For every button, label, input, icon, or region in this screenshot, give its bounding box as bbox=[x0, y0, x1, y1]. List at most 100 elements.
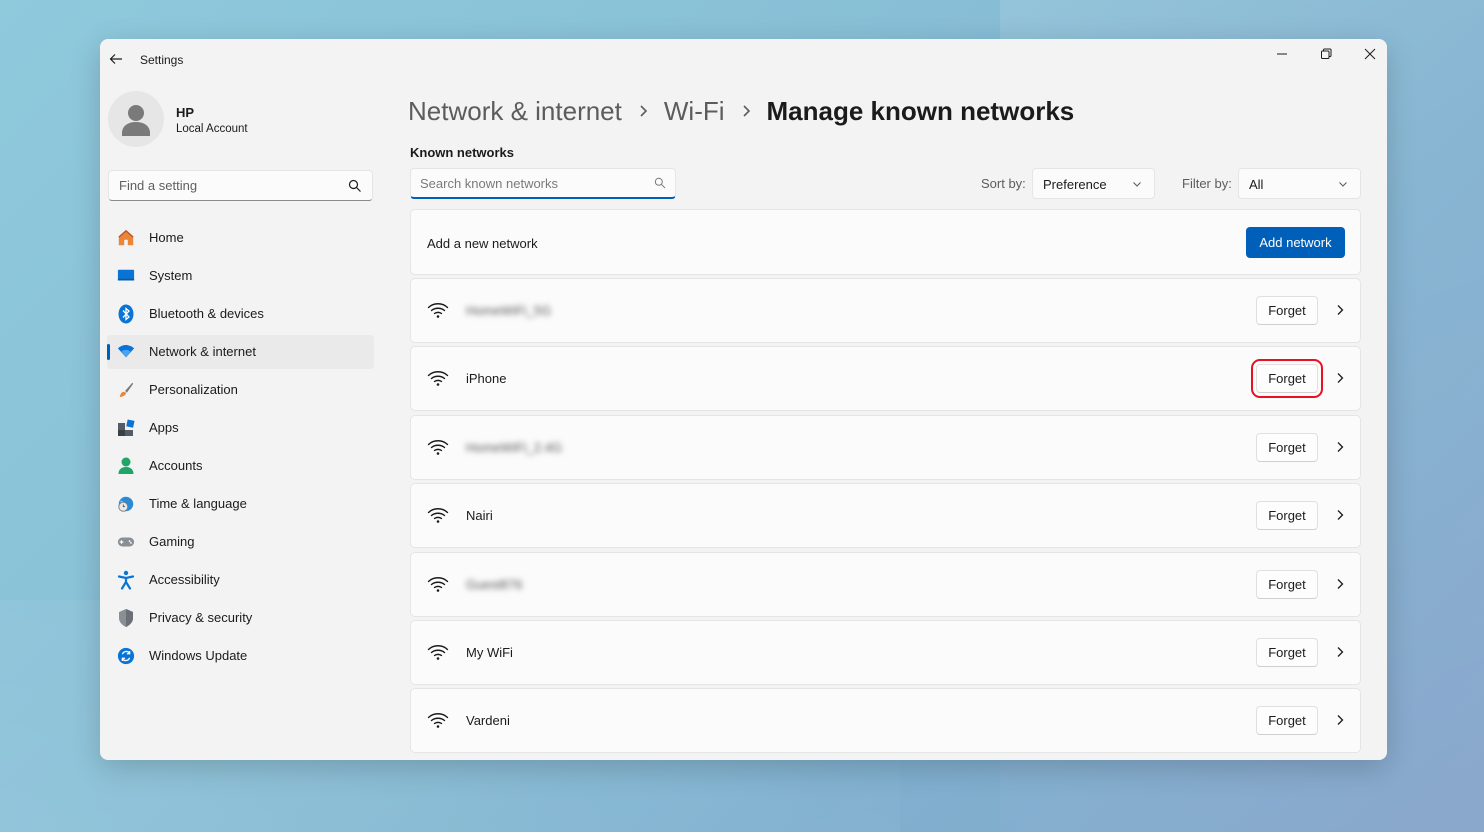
accounts-icon bbox=[117, 457, 135, 475]
home-icon bbox=[117, 229, 135, 247]
sidebar-item-windows-update[interactable]: Windows Update bbox=[107, 639, 374, 673]
minimize-icon bbox=[1277, 53, 1287, 55]
user-avatar-icon bbox=[122, 105, 150, 136]
sidebar-item-apps[interactable]: Apps bbox=[107, 411, 374, 445]
sidebar-item-label: Home bbox=[149, 230, 184, 245]
sidebar-item-system[interactable]: System bbox=[107, 259, 374, 293]
sidebar-item-privacy-security[interactable]: Privacy & security bbox=[107, 601, 374, 635]
minimize-button[interactable] bbox=[1260, 41, 1304, 67]
shield-icon bbox=[117, 609, 135, 627]
wifi-icon bbox=[427, 371, 449, 386]
restore-icon bbox=[1321, 48, 1332, 59]
sidebar-item-bluetooth[interactable]: Bluetooth & devices bbox=[107, 297, 374, 331]
network-row[interactable]: My WiFi Forget bbox=[410, 620, 1361, 685]
network-name: HomeWiFi_2.4G bbox=[466, 440, 563, 455]
forget-button[interactable]: Forget bbox=[1256, 570, 1318, 599]
sidebar-item-label: Time & language bbox=[149, 496, 247, 511]
find-setting-input[interactable] bbox=[109, 171, 344, 200]
wifi-icon bbox=[427, 577, 449, 592]
sidebar-item-label: Accessibility bbox=[149, 572, 220, 587]
add-network-button[interactable]: Add network bbox=[1246, 227, 1345, 258]
update-icon bbox=[117, 647, 135, 665]
chevron-down-icon bbox=[1339, 182, 1347, 187]
sidebar-item-label: Accounts bbox=[149, 458, 203, 473]
account-type: Local Account bbox=[176, 123, 248, 135]
network-name: Guest876 bbox=[466, 577, 523, 592]
network-icon bbox=[117, 343, 135, 361]
sidebar-item-label: Bluetooth & devices bbox=[149, 306, 264, 321]
add-network-text: Add a new network bbox=[427, 236, 538, 251]
globe-clock-icon bbox=[117, 495, 135, 513]
network-name: iPhone bbox=[466, 371, 507, 386]
close-button[interactable] bbox=[1348, 41, 1387, 67]
back-button[interactable] bbox=[106, 49, 126, 69]
chevron-down-icon bbox=[1133, 182, 1141, 187]
sidebar-nav: Home System Bluetooth & devices Network … bbox=[107, 221, 374, 677]
active-indicator bbox=[107, 344, 110, 360]
search-known-networks-input[interactable] bbox=[411, 169, 647, 197]
brush-icon bbox=[117, 381, 135, 399]
chevron-right-icon[interactable] bbox=[1334, 578, 1346, 590]
network-row[interactable]: HomeWiFi_2.4G Forget bbox=[410, 415, 1361, 480]
breadcrumb-wifi[interactable]: Wi-Fi bbox=[664, 96, 725, 127]
forget-button[interactable]: Forget bbox=[1256, 638, 1318, 667]
wifi-icon bbox=[427, 645, 449, 660]
title-bar: Settings bbox=[100, 39, 1387, 79]
sidebar-item-label: Gaming bbox=[149, 534, 195, 549]
close-icon bbox=[1364, 48, 1376, 60]
search-icon[interactable] bbox=[348, 179, 362, 193]
filter-label: Filter by: bbox=[1182, 176, 1232, 191]
breadcrumb: Network & internet Wi-Fi Manage known ne… bbox=[408, 91, 1074, 131]
section-title: Known networks bbox=[410, 145, 515, 160]
chevron-right-icon[interactable] bbox=[1334, 646, 1346, 658]
network-name: Vardeni bbox=[466, 713, 510, 728]
sidebar-item-home[interactable]: Home bbox=[107, 221, 374, 255]
sidebar-item-personalization[interactable]: Personalization bbox=[107, 373, 374, 407]
wifi-icon bbox=[427, 440, 449, 455]
chevron-right-icon[interactable] bbox=[1334, 304, 1346, 316]
network-row[interactable]: Nairi Forget bbox=[410, 483, 1361, 548]
sort-value: Preference bbox=[1043, 177, 1107, 192]
sidebar-item-time-language[interactable]: Time & language bbox=[107, 487, 374, 521]
sort-dropdown[interactable]: Preference bbox=[1032, 168, 1155, 199]
network-name: HomeWiFi_5G bbox=[466, 303, 552, 318]
sidebar-item-label: Personalization bbox=[149, 382, 238, 397]
forget-button[interactable]: Forget bbox=[1256, 433, 1318, 462]
network-row[interactable]: Guest876 Forget bbox=[410, 552, 1361, 617]
filter-value: All bbox=[1249, 177, 1264, 192]
page-title: Manage known networks bbox=[766, 95, 1075, 126]
sidebar-item-gaming[interactable]: Gaming bbox=[107, 525, 374, 559]
gamepad-icon bbox=[117, 533, 135, 551]
search-icon[interactable] bbox=[654, 177, 666, 189]
chevron-right-icon[interactable] bbox=[1334, 372, 1346, 384]
breadcrumb-network-internet[interactable]: Network & internet bbox=[408, 96, 622, 127]
breadcrumb-separator bbox=[741, 104, 751, 118]
network-row[interactable]: HomeWiFi_5G Forget bbox=[410, 278, 1361, 343]
network-row[interactable]: iPhone Forget bbox=[410, 346, 1361, 411]
user-name: HP bbox=[176, 105, 195, 120]
avatar bbox=[108, 91, 164, 147]
filter-dropdown[interactable]: All bbox=[1238, 168, 1361, 199]
sidebar-item-accessibility[interactable]: Accessibility bbox=[107, 563, 374, 597]
forget-button[interactable]: Forget bbox=[1256, 296, 1318, 325]
forget-button[interactable]: Forget bbox=[1256, 706, 1318, 735]
chevron-right-icon[interactable] bbox=[1334, 714, 1346, 726]
accessibility-icon bbox=[117, 570, 135, 590]
find-setting-box bbox=[108, 170, 373, 201]
user-profile[interactable]: HP Local Account bbox=[108, 91, 378, 147]
chevron-right-icon[interactable] bbox=[1334, 509, 1346, 521]
breadcrumb-separator bbox=[638, 104, 648, 118]
sidebar-item-label: Privacy & security bbox=[149, 610, 253, 625]
network-row[interactable]: Vardeni Forget bbox=[410, 688, 1361, 753]
sidebar-item-network[interactable]: Network & internet bbox=[107, 335, 374, 369]
wifi-icon bbox=[427, 303, 449, 318]
settings-window: Settings HP Local Account Find a setting… bbox=[100, 39, 1387, 760]
sidebar-item-accounts[interactable]: Accounts bbox=[107, 449, 374, 483]
forget-button[interactable]: Forget bbox=[1256, 501, 1318, 530]
network-name: My WiFi bbox=[466, 645, 513, 660]
chevron-right-icon bbox=[640, 105, 648, 117]
forget-button[interactable]: Forget bbox=[1251, 359, 1323, 398]
restore-button[interactable] bbox=[1304, 41, 1348, 67]
search-known-networks-box bbox=[410, 168, 676, 199]
chevron-right-icon[interactable] bbox=[1334, 441, 1346, 453]
